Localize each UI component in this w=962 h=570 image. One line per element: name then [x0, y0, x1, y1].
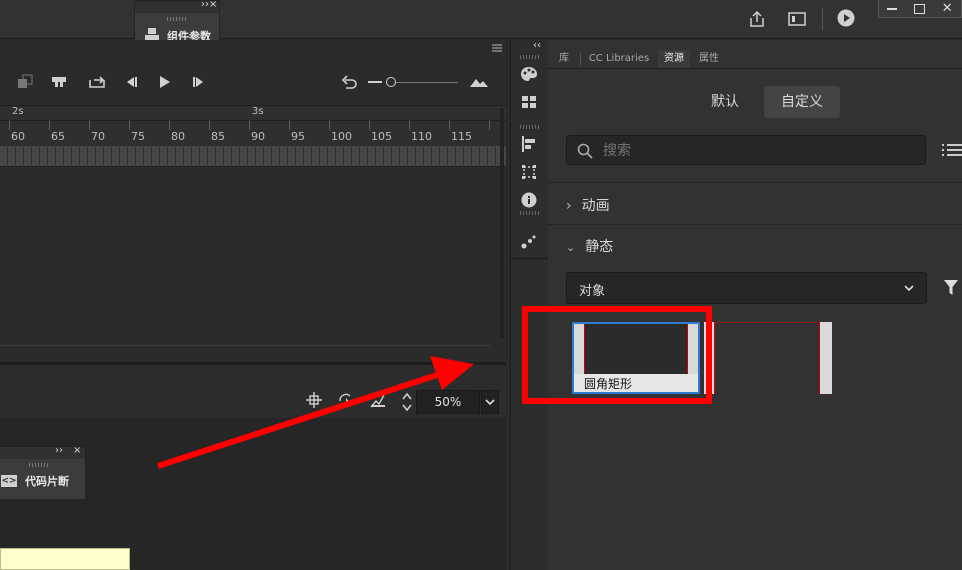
annotation-arrow	[157, 356, 474, 469]
